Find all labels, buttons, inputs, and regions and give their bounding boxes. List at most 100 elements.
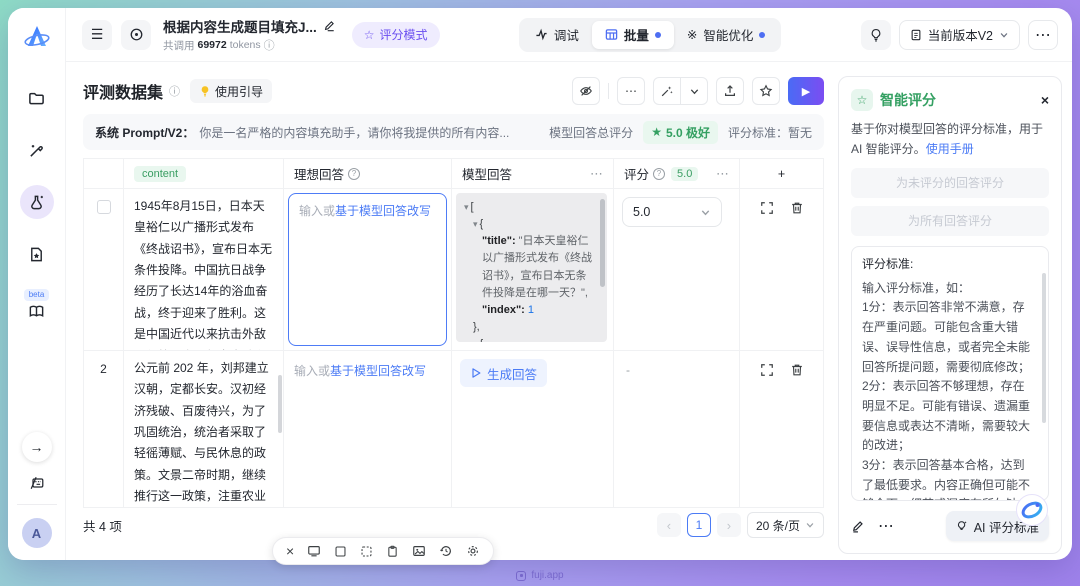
app-logo-icon[interactable] [21, 21, 53, 53]
scrollbar[interactable] [600, 199, 605, 287]
criteria-line: 输入评分标准，如： [862, 279, 1036, 299]
next-page-button[interactable]: › [717, 513, 741, 537]
tab-optimize[interactable]: ※ 智能优化 [674, 21, 779, 49]
score-all-button[interactable]: 为所有回答评分 [851, 206, 1049, 236]
score-cell[interactable]: - [614, 351, 740, 507]
json-viewer[interactable]: ▾[ ▾{ "title":"日本天皇裕仁以广播形式发布《终战诏书》，宣布日本无… [456, 193, 607, 342]
ideal-answer-cell: 输入或基于模型回答改写 [284, 189, 452, 350]
tokens-value: 69972 [198, 39, 227, 51]
rail-bottom: → A [8, 432, 65, 548]
system-prompt-bar[interactable]: 系统 Prompt/V2： 你是一名严格的内容填充助手，请你将我提供的所有内容.… [83, 114, 824, 150]
shortcuts-icon[interactable] [29, 475, 45, 491]
header-ideal-answer[interactable]: 理想回答 ? [284, 159, 452, 188]
project-title-block: 根据内容生成题目填充J... 共调用 69972 tokens ⓘ [163, 16, 335, 53]
manual-link[interactable]: 使用手册 [926, 142, 974, 156]
sidebar-item-evaluation[interactable] [20, 185, 54, 219]
tab-batch[interactable]: 批量 [592, 21, 674, 49]
row-select-cell[interactable]: 2 [84, 351, 124, 507]
sidebar-item-tools[interactable] [20, 133, 54, 167]
sidebar-item-docs[interactable]: beta [24, 289, 50, 320]
ideal-answer-input[interactable]: 输入或基于模型回答改写 [288, 193, 447, 346]
edit-criteria-icon[interactable] [851, 520, 864, 533]
star-filled-icon: ★ [651, 125, 662, 139]
score-mode-badge[interactable]: ☆ 评分模式 [352, 22, 440, 48]
upload-button[interactable] [716, 77, 744, 105]
section-head: 评测数据集 ⓘ 使用引导 [83, 74, 824, 108]
project-title: 根据内容生成题目填充J... [163, 16, 317, 36]
settings-icon[interactable] [466, 544, 480, 558]
screenshot-edit-icon[interactable] [412, 544, 426, 558]
more-icon[interactable]: ⋯ [878, 516, 894, 536]
edit-title-icon[interactable] [323, 20, 335, 32]
menu-button[interactable]: ☰ [82, 20, 112, 50]
sidebar-item-templates[interactable] [20, 237, 54, 271]
assistant-floating-button[interactable] [1015, 493, 1049, 527]
magic-dropdown-button[interactable] [681, 78, 707, 104]
history-icon[interactable] [439, 544, 453, 558]
smart-score-icon: ☆ [851, 89, 873, 111]
clipboard-icon[interactable] [386, 545, 399, 558]
close-icon[interactable]: × [1041, 93, 1049, 107]
version-selector[interactable]: 当前版本V2 [899, 20, 1020, 50]
sidebar-item-projects[interactable] [20, 81, 54, 115]
tab-debug[interactable]: 调试 [522, 21, 592, 49]
header-content[interactable]: content [124, 159, 284, 188]
smart-score-panel: ☆ 智能评分 × 基于你对模型回答的评分标准，用于 AI 智能评分。使用手册 为… [838, 76, 1062, 554]
target-button[interactable] [121, 20, 151, 50]
close-icon[interactable]: × [286, 543, 294, 559]
header-score[interactable]: 评分 ? 5.0 ⋯ [614, 159, 740, 188]
scrollbar[interactable] [278, 375, 282, 433]
main-area: ☰ 根据内容生成题目填充J... 共调用 [66, 8, 1072, 560]
expand-icon[interactable] [760, 201, 774, 215]
content-cell[interactable]: 1945年8月15日，日本天皇裕仁以广播形式发布《终战诏书》，宣布日本无条件投降… [124, 189, 284, 350]
trash-icon[interactable] [790, 201, 804, 215]
trash-icon[interactable] [790, 363, 804, 377]
grid-icon [605, 28, 618, 41]
table-more-button[interactable]: ⋯ [617, 77, 645, 105]
column-menu-icon[interactable]: ⋯ [590, 166, 603, 182]
content-cell[interactable]: 公元前 202 年，刘邦建立汉朝，定都长安。汉初经济残破、百废待兴，为了巩固统治… [124, 351, 284, 507]
run-button[interactable]: ▶ [788, 77, 824, 105]
add-column-button[interactable]: + [740, 159, 823, 188]
workspace: 评测数据集 ⓘ 使用引导 [66, 62, 1072, 560]
scrollbar[interactable] [1042, 273, 1046, 423]
chevron-right-icon: › [727, 518, 731, 533]
page-title: 评测数据集 [83, 79, 163, 103]
user-avatar[interactable]: A [22, 518, 52, 548]
row-checkbox[interactable] [97, 200, 111, 214]
score-select[interactable]: 5.0 [622, 197, 722, 227]
score-unscored-button[interactable]: 为未评分的回答评分 [851, 168, 1049, 198]
divider [17, 504, 57, 505]
ideal-answer-cell[interactable]: 输入或基于模型回答改写 [284, 351, 452, 507]
header-model-answer[interactable]: 模型回答 ⋯ [452, 159, 614, 188]
panel-header: ☆ 智能评分 × [851, 89, 1049, 111]
ellipsis-icon: ⋯ [625, 84, 637, 98]
desktop-background: fuji.app [0, 0, 1080, 586]
rewrite-link[interactable]: 基于模型回答改写 [330, 364, 426, 378]
column-menu-icon[interactable]: ⋯ [716, 166, 729, 182]
generate-answer-button[interactable]: 生成回答 [460, 359, 547, 387]
criteria-editor[interactable]: 评分标准: 输入评分标准，如： 1分：表示回答非常不满意，存在严重问题。可能包含… [851, 246, 1049, 501]
prev-page-button[interactable]: ‹ [657, 513, 681, 537]
table-row: 1945年8月15日，日本天皇裕仁以广播形式发布《终战诏书》，宣布日本无条件投降… [84, 189, 823, 351]
collapse-arrow-button[interactable]: → [22, 432, 52, 462]
total-score-badge: ★ 5.0 极好 [643, 121, 718, 144]
current-page[interactable]: 1 [687, 513, 711, 537]
rail-nav: beta [20, 81, 54, 320]
window-icon[interactable] [334, 545, 347, 558]
region-select-icon[interactable] [360, 545, 373, 558]
hide-columns-button[interactable] [572, 77, 600, 105]
mode-tabs: 调试 批量 ※ 智能优化 [519, 18, 782, 52]
model-answer-cell[interactable]: ▾[ ▾{ "title":"日本天皇裕仁以广播形式发布《终战诏书》，宣布日本无… [452, 189, 614, 350]
rewrite-link[interactable]: 基于模型回答改写 [335, 204, 431, 218]
divider [608, 83, 609, 99]
usage-guide-button[interactable]: 使用引导 [190, 79, 272, 103]
magic-wand-button[interactable] [654, 78, 680, 104]
screen-icon[interactable] [307, 544, 321, 558]
expand-icon[interactable] [760, 363, 774, 377]
idea-button[interactable] [861, 20, 891, 50]
page-size-select[interactable]: 20 条/页 [747, 512, 824, 538]
favorite-button[interactable] [752, 77, 780, 105]
more-options-button[interactable]: ⋯ [1028, 20, 1058, 50]
ideal-answer-input[interactable]: 输入或基于模型回答改写 [284, 351, 451, 390]
